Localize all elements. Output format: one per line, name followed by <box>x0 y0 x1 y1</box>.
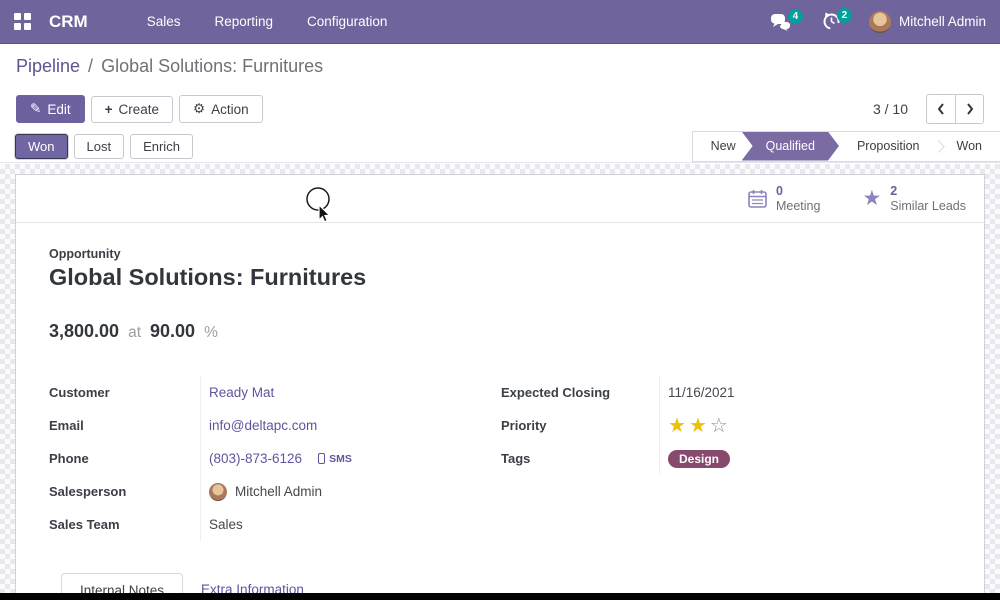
customer-row: Customer Ready Mat <box>49 376 501 409</box>
button-box: 0 Meeting ★ 2 Similar Leads <box>16 175 984 223</box>
meeting-stat-button[interactable]: 0 Meeting <box>742 180 826 217</box>
create-button[interactable]: + Create <box>91 96 173 123</box>
systray: 4 2 Mitchell Admin <box>760 6 986 37</box>
chevron-left-icon <box>935 102 947 116</box>
bottom-letterbox <box>0 593 1000 600</box>
email-row: Email info@deltapc.com <box>49 409 501 442</box>
form-sheet: Opportunity Global Solutions: Furnitures… <box>16 223 984 600</box>
phone-label: Phone <box>49 451 200 466</box>
breadcrumb: Pipeline / Global Solutions: Furnitures <box>0 44 1000 88</box>
stage-pipeline: New Qualified Proposition Won <box>692 131 1000 162</box>
edit-button-label: Edit <box>47 102 70 117</box>
star-filled-icon[interactable]: ★ <box>668 415 689 437</box>
similar-leads-stat-button[interactable]: ★ 2 Similar Leads <box>856 180 972 217</box>
fields-left-column: Customer Ready Mat Email info@deltapc.co… <box>49 376 501 541</box>
star-empty-icon[interactable]: ☆ <box>710 415 731 437</box>
stage-proposition[interactable]: Proposition <box>839 132 938 161</box>
at-label: at <box>128 324 141 342</box>
tag-design: Design <box>668 450 730 468</box>
priority-row: Priority ★★☆ <box>501 409 951 442</box>
probability-value: 90.00 <box>150 321 195 342</box>
tags-row: Tags Design <box>501 442 951 475</box>
edit-button[interactable]: ✎ Edit <box>16 95 85 123</box>
expected-closing-row: Expected Closing 11/16/2021 <box>501 376 951 409</box>
meeting-label: Meeting <box>776 199 820 213</box>
email-label: Email <box>49 418 200 433</box>
tags-label: Tags <box>501 451 659 466</box>
app-name[interactable]: CRM <box>49 12 88 32</box>
customer-label: Customer <box>49 385 200 400</box>
percent-sign: % <box>204 324 218 342</box>
mobile-phone-icon <box>318 453 325 464</box>
meeting-count: 0 <box>776 184 820 198</box>
mark-lost-button[interactable]: Lost <box>74 134 125 159</box>
messages-button[interactable]: 4 <box>760 7 802 37</box>
breadcrumb-current: Global Solutions: Furnitures <box>101 56 323 77</box>
record-card: 0 Meeting ★ 2 Similar Leads Opportunity … <box>15 174 985 600</box>
content-background: 0 Meeting ★ 2 Similar Leads Opportunity … <box>0 164 1000 600</box>
stage-qualified[interactable]: Qualified <box>742 132 839 161</box>
nav-menu-reporting[interactable]: Reporting <box>198 0 291 44</box>
revenue-amount: 3,800.00 <box>49 321 119 342</box>
activities-button[interactable]: 2 <box>812 6 851 37</box>
sms-button[interactable]: SMS <box>318 453 352 465</box>
opportunity-title: Global Solutions: Furnitures <box>49 264 951 291</box>
pencil-icon: ✎ <box>30 101 41 117</box>
salesperson-avatar <box>209 483 227 501</box>
priority-label: Priority <box>501 418 659 433</box>
breadcrumb-separator: / <box>88 56 93 77</box>
salesperson-label: Salesperson <box>49 484 200 499</box>
pager-previous-button[interactable] <box>926 94 955 124</box>
sales-team-link[interactable]: Sales <box>209 517 243 532</box>
similar-leads-count: 2 <box>890 184 966 198</box>
grid-icon <box>14 13 31 30</box>
statusbar: Won Lost Enrich New Qualified Propositio… <box>0 130 1000 163</box>
pager: 3 / 10 <box>873 94 984 124</box>
nav-menu-configuration[interactable]: Configuration <box>290 0 404 44</box>
fields-right-column: Expected Closing 11/16/2021 Priority ★★☆… <box>501 376 951 541</box>
enrich-button[interactable]: Enrich <box>130 134 193 159</box>
expected-closing-value: 11/16/2021 <box>668 385 735 400</box>
phone-link[interactable]: (803)-873-6126 <box>209 451 302 466</box>
star-filled-icon[interactable]: ★ <box>689 415 710 437</box>
control-panel: ✎ Edit + Create ⚙ Action 3 / 10 <box>0 88 1000 130</box>
sms-label: SMS <box>329 453 352 465</box>
plus-icon: + <box>105 102 113 117</box>
customer-link[interactable]: Ready Mat <box>209 385 274 400</box>
stage-new[interactable]: New <box>693 132 754 161</box>
pager-value[interactable]: 3 / 10 <box>873 101 908 117</box>
messages-badge: 4 <box>788 9 803 24</box>
expected-closing-label: Expected Closing <box>501 385 659 400</box>
salesperson-row: Salesperson Mitchell Admin <box>49 475 501 508</box>
apps-menu-icon[interactable] <box>14 13 31 30</box>
salesperson-link[interactable]: Mitchell Admin <box>235 484 322 499</box>
email-link[interactable]: info@deltapc.com <box>209 418 317 433</box>
chevron-right-icon <box>964 102 976 116</box>
create-button-label: Create <box>118 102 159 117</box>
sales-team-label: Sales Team <box>49 517 200 532</box>
action-button-label: Action <box>211 102 249 117</box>
activities-badge: 2 <box>837 8 852 23</box>
mark-won-button[interactable]: Won <box>15 134 68 159</box>
record-type-label: Opportunity <box>49 247 951 261</box>
stage-won[interactable]: Won <box>939 132 1000 161</box>
user-menu[interactable]: Mitchell Admin <box>869 11 986 33</box>
loading-cursor <box>301 184 337 233</box>
similar-leads-label: Similar Leads <box>890 199 966 213</box>
user-avatar <box>869 11 891 33</box>
expected-revenue: 3,800.00 at 90.00 % <box>49 321 951 342</box>
phone-row: Phone (803)-873-6126 SMS <box>49 442 501 475</box>
gear-icon: ⚙ <box>193 101 205 117</box>
user-name: Mitchell Admin <box>899 14 986 29</box>
priority-stars[interactable]: ★★☆ <box>668 416 731 436</box>
action-button[interactable]: ⚙ Action <box>179 95 263 123</box>
star-icon: ★ <box>862 188 881 209</box>
top-navbar: CRM Sales Reporting Configuration 4 2 Mi… <box>0 0 1000 44</box>
nav-menu-sales[interactable]: Sales <box>130 0 198 44</box>
breadcrumb-parent-link[interactable]: Pipeline <box>16 56 80 77</box>
pager-next-button[interactable] <box>955 94 984 124</box>
sales-team-row: Sales Team Sales <box>49 508 501 541</box>
calendar-icon <box>748 189 767 208</box>
